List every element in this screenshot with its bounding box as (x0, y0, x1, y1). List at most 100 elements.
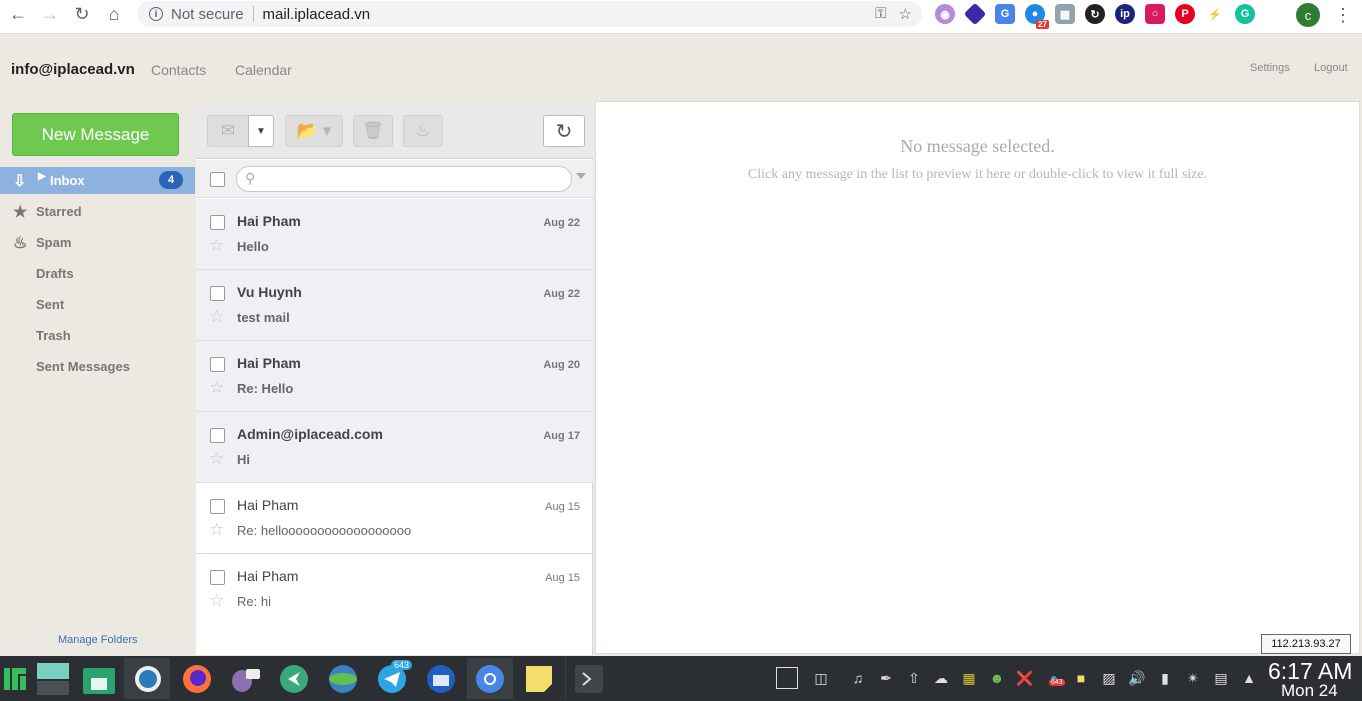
star-icon[interactable]: ☆ (209, 307, 224, 327)
folder-spam[interactable]: ♨ Spam (0, 229, 195, 256)
logout-link[interactable]: Logout (1314, 62, 1348, 74)
profile-avatar[interactable]: c (1296, 3, 1320, 27)
fire-icon: ♨ (13, 235, 28, 252)
security-label: Not secure (171, 5, 244, 23)
folder-inbox[interactable]: ⇩ ▶ Inbox 4 (0, 167, 195, 194)
clipboard-tray-icon[interactable]: ▨ (1100, 669, 1118, 687)
notification-bell-icon[interactable]: ♫ (849, 669, 867, 687)
row-checkbox[interactable] (210, 286, 225, 301)
pidgin-icon[interactable] (222, 658, 268, 699)
select-all-checkbox[interactable] (210, 172, 225, 187)
bookmark-star-icon[interactable]: ☆ (899, 5, 912, 23)
pinterest-icon[interactable]: P (1175, 4, 1195, 24)
network-globe-icon[interactable] (320, 658, 366, 699)
star-icon[interactable]: ☆ (209, 378, 224, 398)
folder-sent-messages[interactable]: Sent Messages (0, 353, 195, 380)
row-checkbox[interactable] (210, 428, 225, 443)
sticky-notes-icon[interactable] (516, 658, 562, 699)
address-bar[interactable]: i Not secure mail.iplacead.vn ⚿ ☆ (137, 1, 922, 27)
manage-folders-link[interactable]: Manage Folders (58, 634, 138, 646)
message-row[interactable]: ☆ Hai Pham Aug 20 Re: Hello (196, 341, 593, 412)
extension-ip-icon[interactable]: ip (1115, 4, 1135, 24)
clipboard-icon[interactable]: ◫ (812, 669, 830, 687)
folder-drafts[interactable]: Drafts (0, 260, 195, 287)
info-icon[interactable]: i (149, 7, 163, 21)
reload-icon[interactable]: ↻ (66, 0, 98, 28)
firefox-icon[interactable] (174, 658, 220, 699)
extension-camera-icon[interactable]: ○ (1145, 4, 1165, 24)
terminal-icon[interactable] (565, 658, 611, 699)
spam-button[interactable]: ♨ (403, 115, 443, 147)
app-grid-icon[interactable]: ▦ (960, 669, 978, 687)
star-icon[interactable]: ☆ (209, 449, 224, 469)
browser-menu-icon[interactable]: ⋮ (1334, 5, 1352, 26)
desktop-switcher-icon[interactable] (30, 658, 76, 699)
message-row[interactable]: ☆ Hai Pham Aug 15 Re: helloooooooooooooo… (196, 483, 593, 554)
message-row[interactable]: ☆ Hai Pham Aug 22 Hello (196, 199, 593, 270)
telegram-icon[interactable]: 643 (369, 658, 415, 699)
search-input[interactable]: ⚲ (236, 166, 572, 192)
anydesk-icon[interactable] (271, 658, 317, 699)
browser-toolbar: ← → ↻ ⌂ i Not secure mail.iplacead.vn ⚿ … (0, 0, 1362, 34)
search-icon: ⚲ (245, 170, 256, 186)
extension-bolt-icon[interactable]: ⚡ (1205, 4, 1225, 24)
user-icon[interactable]: ☻ (988, 669, 1006, 687)
contacts-link[interactable]: Contacts (151, 62, 206, 78)
remote-desktop-tray-icon[interactable]: ❌ (1016, 669, 1034, 687)
volume-icon[interactable]: 🔊 (1128, 669, 1146, 687)
expand-arrow-icon[interactable]: ▶ (38, 171, 46, 182)
network-icon[interactable]: ▤ (1212, 669, 1230, 687)
folder-trash[interactable]: Trash (0, 322, 195, 349)
translate-icon[interactable]: G (995, 4, 1015, 24)
envelope-open-icon: ✉ (220, 121, 236, 140)
mark-dropdown-button[interactable]: ▼ (248, 115, 274, 147)
cloud-icon[interactable]: ☁ (932, 669, 950, 687)
settings-link[interactable]: Settings (1250, 62, 1290, 74)
mark-read-button[interactable]: ✉ (207, 115, 249, 147)
sync-icon[interactable]: ↻ (1085, 4, 1105, 24)
telegram-badge: 643 (391, 660, 413, 670)
back-icon[interactable]: ← (2, 0, 34, 28)
extension-diamond-icon[interactable] (963, 2, 987, 26)
row-checkbox[interactable] (210, 215, 225, 230)
move-button[interactable]: 📂 ▾ (285, 115, 343, 147)
calendar-link[interactable]: Calendar (235, 62, 292, 78)
new-message-button[interactable]: New Message (12, 113, 179, 156)
upload-icon[interactable]: ⇧ (905, 669, 923, 687)
tray-expand-icon[interactable]: ▲ (1240, 669, 1258, 687)
message-row[interactable]: ☆ Vu Huynh Aug 22 test mail (196, 270, 593, 341)
file-manager-icon[interactable] (76, 658, 122, 699)
row-checkbox[interactable] (210, 357, 225, 372)
pen-icon[interactable]: ✒ (877, 669, 895, 687)
window-icon[interactable] (776, 667, 798, 689)
thunderbird-icon[interactable] (418, 658, 464, 699)
home-icon[interactable]: ⌂ (98, 0, 130, 28)
key-icon[interactable]: ⚿ (875, 5, 886, 23)
folder-starred[interactable]: ★ Starred (0, 198, 195, 225)
message-subject: Hello (237, 239, 269, 254)
extension-purple-icon[interactable]: ◉ (935, 4, 955, 24)
bluetooth-icon[interactable]: ✴ (1184, 669, 1202, 687)
grammarly-icon[interactable]: G (1235, 4, 1255, 24)
search-options-dropdown[interactable] (576, 173, 586, 179)
star-icon[interactable]: ☆ (209, 236, 224, 256)
message-row[interactable]: ☆ Hai Pham Aug 15 Re: hi (196, 554, 593, 610)
refresh-button[interactable]: ↻ (543, 115, 585, 147)
star-icon[interactable]: ☆ (209, 591, 224, 610)
chromium-icon[interactable] (467, 658, 513, 699)
telegram-tray-icon[interactable]: ● 643 (1045, 669, 1065, 687)
notes-tray-icon[interactable]: ■ (1072, 669, 1090, 687)
extension-grid-icon[interactable]: ▦ (1055, 4, 1075, 24)
folder-label: Sent (36, 297, 65, 312)
extension-globe-icon[interactable]: ● 27 (1025, 4, 1049, 29)
battery-icon[interactable]: ▮ (1156, 669, 1174, 687)
remote-desktop-icon[interactable] (124, 658, 170, 699)
row-checkbox[interactable] (210, 499, 225, 514)
folder-sent[interactable]: Sent (0, 291, 195, 318)
star-icon[interactable]: ☆ (209, 520, 224, 540)
forward-icon[interactable]: → (34, 0, 66, 28)
row-checkbox[interactable] (210, 570, 225, 585)
manjaro-menu-icon[interactable] (0, 658, 30, 699)
message-row[interactable]: ☆ Admin@iplacead.com Aug 17 Hi (196, 412, 593, 483)
delete-button[interactable]: 🗑 (353, 115, 393, 147)
